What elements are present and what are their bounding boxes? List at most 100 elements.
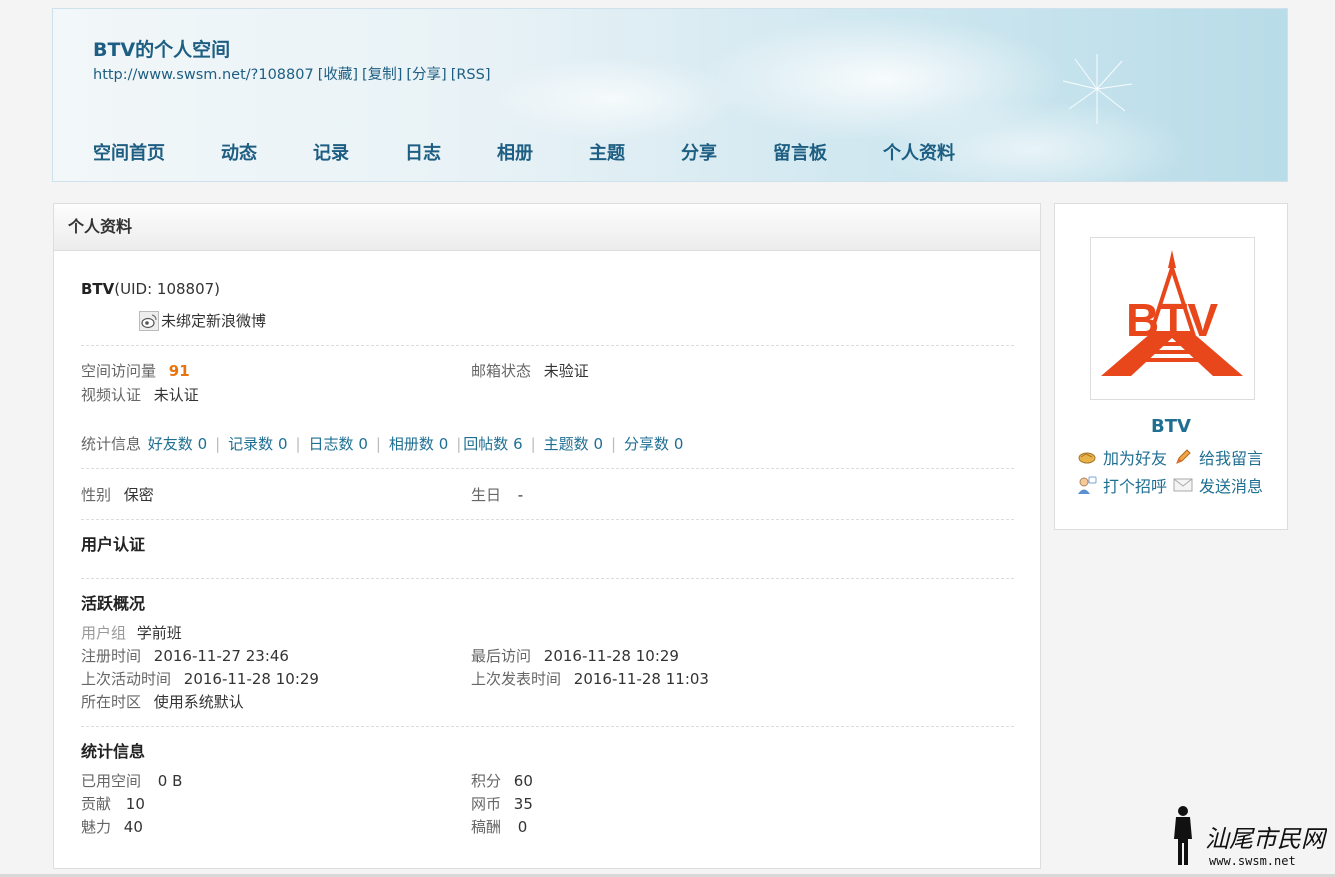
email-value: 未验证 <box>543 362 589 380</box>
contrib-row: 贡献 10 网币 35 <box>81 793 1014 816</box>
video-value: 未认证 <box>153 386 199 404</box>
birthday-value: - <box>517 486 524 504</box>
site-watermark: 汕尾市民网 www.swsm.net <box>1174 806 1327 868</box>
email-label: 邮箱状态 <box>471 362 532 380</box>
space-nav: 空间首页 动态 记录 日志 相册 主题 分享 留言板 个人资料 <box>93 139 1011 165</box>
points-value: 60 <box>513 772 533 790</box>
panel-title: 个人资料 <box>54 204 1040 251</box>
divider <box>81 578 1014 579</box>
bookmark-link[interactable]: [收藏] <box>318 67 358 83</box>
stat-divider: | <box>215 435 221 453</box>
send-message-label: 发送消息 <box>1199 477 1264 496</box>
share-link[interactable]: [分享] <box>406 67 446 83</box>
handshake-icon <box>1078 452 1096 464</box>
stat-shares[interactable]: 分享数 0 <box>624 435 683 453</box>
leave-message-label: 给我留言 <box>1199 449 1264 468</box>
fee: 稿酬 0 <box>471 816 527 839</box>
stat-records[interactable]: 记录数 0 <box>228 435 287 453</box>
points: 积分 60 <box>471 770 533 793</box>
logo-text: BTV <box>1126 294 1218 346</box>
fee-value: 0 <box>517 818 528 836</box>
last-visit-value: 2016-11-28 10:29 <box>543 647 679 665</box>
email-status: 邮箱状态 未验证 <box>471 359 589 383</box>
group-label: 用户组 <box>81 624 127 642</box>
stat-albums[interactable]: 相册数 0 <box>389 435 448 453</box>
add-friend-button[interactable]: 加为好友 <box>1077 445 1167 469</box>
nav-records[interactable]: 记录 <box>313 139 349 165</box>
nav-guestbook[interactable]: 留言板 <box>773 139 827 165</box>
space-label: 已用空间 <box>81 772 142 790</box>
nav-album[interactable]: 相册 <box>497 139 533 165</box>
leave-message-button[interactable]: 给我留言 <box>1173 445 1263 469</box>
gender-label: 性别 <box>81 486 112 504</box>
last-active-value: 2016-11-28 10:29 <box>183 670 319 688</box>
video-label: 视频认证 <box>81 386 142 404</box>
weibo-row: 未绑定新浪微博 <box>81 309 1014 333</box>
last-visit-label: 最后访问 <box>471 647 532 665</box>
add-friend-label: 加为好友 <box>1103 449 1168 468</box>
cert-title: 用户认证 <box>81 535 146 554</box>
profile-panel: 个人资料 BTV(UID: 108807) 未绑定新浪微博 空间访问量 91 邮… <box>53 203 1041 869</box>
btv-logo: BTV <box>1101 250 1243 376</box>
rss-link[interactable]: [RSS] <box>451 67 491 83</box>
weibo-icon[interactable] <box>139 311 159 331</box>
last-post: 上次发表时间 2016-11-28 11:03 <box>471 668 709 691</box>
tz-value: 使用系统默认 <box>153 693 244 711</box>
contrib-value: 10 <box>125 795 145 813</box>
stat-replies[interactable]: 回帖数 6 <box>463 435 522 453</box>
group-value: 学前班 <box>136 624 182 642</box>
contrib-label: 贡献 <box>81 795 112 813</box>
tz-label: 所在时区 <box>81 693 142 711</box>
divider <box>81 519 1014 520</box>
stat-divider: | <box>456 435 462 453</box>
space-row: 已用空间 0 B 积分 60 <box>81 770 1014 793</box>
charm-value: 40 <box>123 818 143 836</box>
stat-blogs[interactable]: 日志数 0 <box>309 435 368 453</box>
send-message-button[interactable]: 发送消息 <box>1173 473 1263 497</box>
reg-value: 2016-11-27 23:46 <box>153 647 289 665</box>
charm-row: 魅力 40 稿酬 0 <box>81 816 1014 839</box>
nav-profile[interactable]: 个人资料 <box>883 139 955 165</box>
space-url-bar: http://www.swsm.net/?108807 [收藏] [复制] [分享] [… <box>93 63 495 84</box>
greet-label: 打个招呼 <box>1103 477 1168 496</box>
watermark-url: www.swsm.net <box>1209 854 1296 868</box>
visits-row: 空间访问量 91 邮箱状态 未验证 <box>81 359 1014 383</box>
space-title[interactable]: BTV的个人空间 <box>93 35 230 62</box>
visits-label: 空间访问量 <box>81 362 157 380</box>
pencil-icon <box>1176 449 1191 464</box>
stat-friends[interactable]: 好友数 0 <box>148 435 207 453</box>
stat-title: 统计信息 <box>81 742 146 761</box>
birthday: 生日 - <box>471 483 523 507</box>
video-row: 视频认证 未认证 <box>81 383 1014 407</box>
last-active-label: 上次活动时间 <box>81 670 172 688</box>
fee-label: 稿酬 <box>471 818 502 836</box>
space-url[interactable]: http://www.swsm.net/?108807 <box>93 67 314 83</box>
stat-divider: | <box>610 435 617 453</box>
space-value: 0 B <box>157 772 183 790</box>
avatar[interactable]: BTV <box>1090 237 1255 400</box>
stat-threads[interactable]: 主题数 0 <box>544 435 603 453</box>
nav-share[interactable]: 分享 <box>681 139 717 165</box>
stats-label: 统计信息 <box>81 435 142 453</box>
copy-link[interactable]: [复制] <box>362 67 402 83</box>
watermark-title: 汕尾市民网 <box>1205 825 1327 853</box>
coin-label: 网币 <box>471 795 502 813</box>
stat-divider: | <box>375 435 381 453</box>
greet-button[interactable]: 打个招呼 <box>1077 473 1167 497</box>
points-label: 积分 <box>471 772 502 790</box>
charm-label: 魅力 <box>81 818 112 836</box>
last-post-label: 上次发表时间 <box>471 670 562 688</box>
nav-feed[interactable]: 动态 <box>221 139 257 165</box>
group-row: 用户组 学前班 <box>81 622 1014 645</box>
divider <box>81 345 1014 346</box>
nav-home[interactable]: 空间首页 <box>93 139 165 165</box>
last-visit: 最后访问 2016-11-28 10:29 <box>471 645 679 668</box>
nav-threads[interactable]: 主题 <box>589 139 625 165</box>
birthday-label: 生日 <box>471 486 502 504</box>
nav-blog[interactable]: 日志 <box>405 139 441 165</box>
user-uid: (UID: 108807) <box>114 280 221 298</box>
stat-divider: | <box>295 435 301 453</box>
card-username[interactable]: BTV <box>1055 416 1287 437</box>
profile-body: BTV(UID: 108807) 未绑定新浪微博 空间访问量 91 邮箱状态 未… <box>81 264 1014 839</box>
last-active-row: 上次活动时间 2016-11-28 10:29 上次发表时间 2016-11-2… <box>81 668 1014 691</box>
